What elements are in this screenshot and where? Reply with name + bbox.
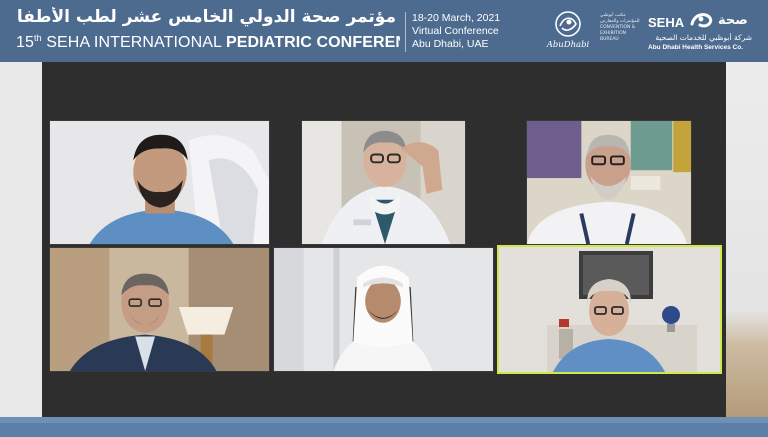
abu-dhabi-wordmark: AbuDhabi <box>546 40 590 50</box>
seha-arabic-name: صحة <box>718 13 748 28</box>
seha-logo: SEHA صحة شركة أبوظبي للخدمات الصحية Abu … <box>648 8 758 54</box>
title-bold: PEDIATRIC CONFERENCE <box>225 34 400 51</box>
participant-tile-6-active-speaker[interactable] <box>497 245 722 374</box>
edition-number: 15 <box>16 34 34 51</box>
abu-dhabi-emblem-icon <box>555 11 581 37</box>
participant-tile-3[interactable] <box>526 120 692 245</box>
right-backdrop <box>726 62 768 417</box>
participant-video-4 <box>50 248 269 371</box>
participant-tile-4[interactable] <box>49 247 270 372</box>
participant-video-3 <box>527 121 691 244</box>
participant-video-5 <box>274 248 493 371</box>
participant-badge <box>353 219 372 226</box>
participant-tile-1[interactable] <box>49 120 270 245</box>
edition-suffix: th <box>34 33 42 43</box>
left-backdrop <box>0 62 42 417</box>
title-plain: SEHA INTERNATIONAL <box>46 34 222 51</box>
english-conference-title: 15th SEHA INTERNATIONAL PEDIATRIC CONFER… <box>16 33 400 53</box>
conference-banner: مؤتمر صحة الدولي الخامس عشر لطب الأطفال … <box>0 0 768 62</box>
seha-arabic-subtitle: شركة أبوظبي للخدمات الصحية <box>655 33 752 42</box>
participant-tile-2[interactable] <box>301 120 466 245</box>
participant-tile-5[interactable] <box>273 247 494 372</box>
bottom-banner-stripe <box>0 417 768 423</box>
arabic-conference-title: مؤتمر صحة الدولي الخامس عشر لطب الأطفال <box>16 7 396 27</box>
event-location: Abu Dhabi, UAE <box>412 38 489 50</box>
banner-divider <box>405 12 406 52</box>
bottom-banner-bar <box>0 417 768 437</box>
participant-video-6 <box>499 247 720 372</box>
participant-video-1 <box>50 121 269 244</box>
seha-swirl-icon <box>690 13 713 28</box>
seha-english-name: SEHA <box>648 15 685 30</box>
event-type: Virtual Conference <box>412 25 499 37</box>
convention-bureau-text: مكتب أبوظبي للمؤتمرات والمعارض CONVENTIO… <box>600 13 640 42</box>
event-info: 18-20 March, 2021 Virtual Conference Abu… <box>412 12 532 51</box>
seha-english-subtitle: Abu Dhabi Health Services Co. <box>648 44 743 51</box>
participant-video-2 <box>302 121 465 244</box>
event-dates: 18-20 March, 2021 <box>412 12 501 24</box>
abu-dhabi-logo: AbuDhabi <box>538 10 598 54</box>
